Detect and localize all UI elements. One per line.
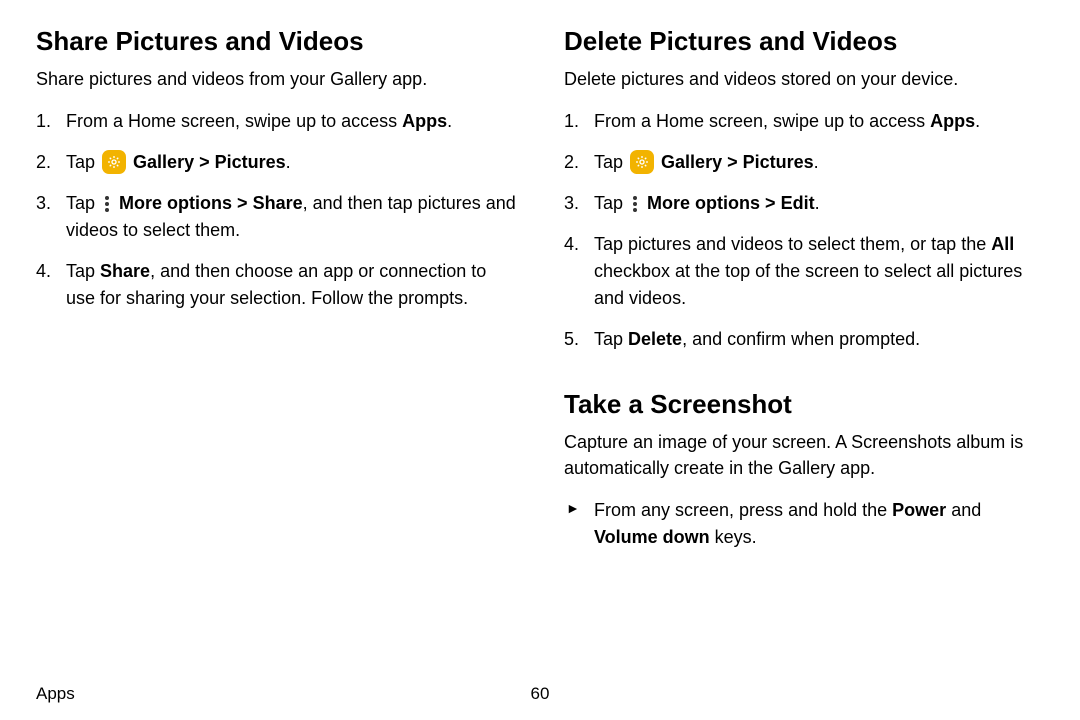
all-bold: All bbox=[991, 234, 1014, 254]
screenshot-intro: Capture an image of your screen. A Scree… bbox=[564, 430, 1044, 480]
delete-intro: Delete pictures and videos stored on you… bbox=[564, 67, 1044, 92]
share-step-2: Tap Gallery > Pictures. bbox=[36, 149, 516, 176]
apps-bold: Apps bbox=[402, 111, 447, 131]
share-heading: Share Pictures and Videos bbox=[36, 26, 516, 57]
delete-bold: Delete bbox=[628, 329, 682, 349]
gallery-bold: Gallery bbox=[133, 152, 194, 172]
text: keys. bbox=[710, 527, 757, 547]
text: . bbox=[814, 152, 819, 172]
sep: > bbox=[722, 152, 743, 172]
apps-bold: Apps bbox=[930, 111, 975, 131]
gallery-icon bbox=[630, 150, 654, 174]
text: . bbox=[975, 111, 980, 131]
text: . bbox=[815, 193, 820, 213]
share-step-3: Tap More options > Share, and then tap p… bbox=[36, 190, 516, 244]
footer-section-label: Apps bbox=[36, 684, 75, 704]
more-options-icon bbox=[102, 195, 112, 213]
text: Tap bbox=[66, 193, 100, 213]
share-bold: Share bbox=[253, 193, 303, 213]
sep: > bbox=[194, 152, 215, 172]
sep: > bbox=[232, 193, 253, 213]
text: From any screen, press and hold the bbox=[594, 500, 892, 520]
share-bold: Share bbox=[100, 261, 150, 281]
gallery-icon bbox=[102, 150, 126, 174]
delete-step-3: Tap More options > Edit. bbox=[564, 190, 1044, 217]
text: , and confirm when prompted. bbox=[682, 329, 920, 349]
right-column: Delete Pictures and Videos Delete pictur… bbox=[564, 26, 1044, 551]
pictures-bold: Pictures bbox=[743, 152, 814, 172]
text: Tap bbox=[594, 329, 628, 349]
delete-steps: From a Home screen, swipe up to access A… bbox=[564, 108, 1044, 353]
text: checkbox at the top of the screen to sel… bbox=[594, 261, 1022, 308]
delete-step-1: From a Home screen, swipe up to access A… bbox=[564, 108, 1044, 135]
text: From a Home screen, swipe up to access bbox=[66, 111, 402, 131]
text: Tap bbox=[66, 152, 100, 172]
gallery-bold: Gallery bbox=[661, 152, 722, 172]
screenshot-section: Take a Screenshot Capture an image of yo… bbox=[564, 389, 1044, 550]
page-columns: Share Pictures and Videos Share pictures… bbox=[36, 26, 1044, 551]
left-column: Share Pictures and Videos Share pictures… bbox=[36, 26, 516, 551]
text: Tap bbox=[594, 193, 628, 213]
text: . bbox=[286, 152, 291, 172]
text: Tap bbox=[594, 152, 628, 172]
share-section: Share Pictures and Videos Share pictures… bbox=[36, 26, 516, 312]
share-step-1: From a Home screen, swipe up to access A… bbox=[36, 108, 516, 135]
footer-page-number: 60 bbox=[531, 684, 550, 704]
more-options-bold: More options bbox=[647, 193, 760, 213]
text: From a Home screen, swipe up to access bbox=[594, 111, 930, 131]
pictures-bold: Pictures bbox=[215, 152, 286, 172]
share-steps: From a Home screen, swipe up to access A… bbox=[36, 108, 516, 312]
screenshot-heading: Take a Screenshot bbox=[564, 389, 1044, 420]
delete-section: Delete Pictures and Videos Delete pictur… bbox=[564, 26, 1044, 353]
screenshot-bullet: From any screen, press and hold the Powe… bbox=[564, 497, 1044, 551]
text: . bbox=[447, 111, 452, 131]
share-intro: Share pictures and videos from your Gall… bbox=[36, 67, 516, 92]
power-bold: Power bbox=[892, 500, 946, 520]
sep: > bbox=[760, 193, 781, 213]
text: Tap pictures and videos to select them, … bbox=[594, 234, 991, 254]
screenshot-steps: From any screen, press and hold the Powe… bbox=[564, 497, 1044, 551]
edit-bold: Edit bbox=[781, 193, 815, 213]
volume-down-bold: Volume down bbox=[594, 527, 710, 547]
more-options-icon bbox=[630, 195, 640, 213]
text: and bbox=[946, 500, 981, 520]
delete-heading: Delete Pictures and Videos bbox=[564, 26, 1044, 57]
delete-step-4: Tap pictures and videos to select them, … bbox=[564, 231, 1044, 312]
more-options-bold: More options bbox=[119, 193, 232, 213]
share-step-4: Tap Share, and then choose an app or con… bbox=[36, 258, 516, 312]
delete-step-2: Tap Gallery > Pictures. bbox=[564, 149, 1044, 176]
text: Tap bbox=[66, 261, 100, 281]
delete-step-5: Tap Delete, and confirm when prompted. bbox=[564, 326, 1044, 353]
page-footer: Apps 60 bbox=[36, 684, 1044, 704]
